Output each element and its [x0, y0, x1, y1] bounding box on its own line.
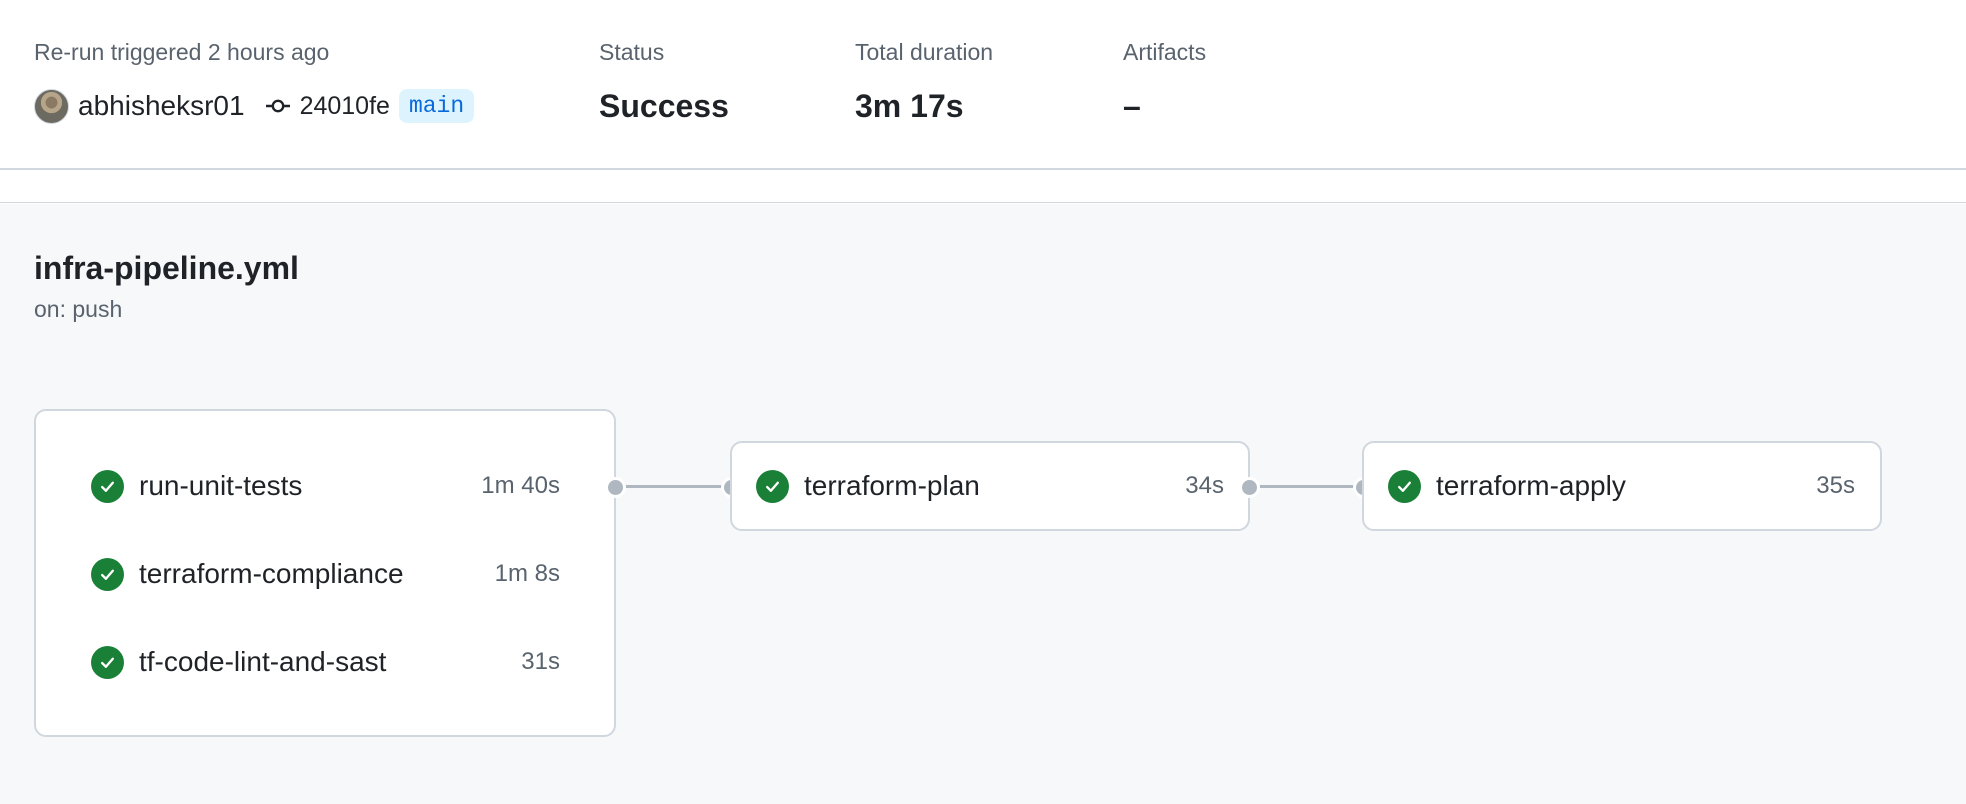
commit-sha-link[interactable]: 24010fe: [300, 92, 390, 121]
job-terraform-plan[interactable]: terraform-plan: [756, 466, 980, 506]
trigger-section: Re-run triggered 2 hours ago abhisheksr0…: [34, 38, 475, 126]
job-terraform-apply[interactable]: terraform-apply: [1388, 466, 1626, 506]
check-circle-icon: [91, 645, 124, 679]
duration-value: 3m 17s: [855, 88, 964, 124]
workflow-graph: infra-pipeline.yml on: push run-unit-tes…: [0, 204, 1966, 804]
run-summary-header: Re-run triggered 2 hours ago abhisheksr0…: [0, 0, 1966, 170]
job-run-unit-tests[interactable]: run-unit-tests: [91, 466, 302, 506]
job-terraform-compliance[interactable]: terraform-compliance: [91, 554, 404, 594]
status-value: Success: [599, 88, 729, 124]
job-duration: 34s: [1185, 472, 1224, 499]
trigger-label: Re-run triggered 2 hours ago: [34, 39, 330, 65]
username-link[interactable]: abhisheksr01: [78, 90, 245, 122]
user-avatar[interactable]: [34, 88, 69, 124]
status-section: Status Success: [599, 38, 729, 126]
job-duration: 31s: [521, 648, 560, 675]
check-circle-icon: [91, 557, 124, 591]
check-circle-icon: [756, 469, 789, 503]
connector-node: [1239, 477, 1260, 498]
status-label: Status: [599, 39, 665, 65]
job-name: tf-code-lint-and-sast: [139, 646, 387, 677]
job-name: run-unit-tests: [139, 470, 303, 501]
artifacts-label: Artifacts: [1123, 39, 1207, 65]
duration-label: Total duration: [855, 39, 994, 65]
workflow-file-name: infra-pipeline.yml: [34, 250, 299, 286]
job-duration: 1m 40s: [481, 472, 560, 499]
job-name: terraform-apply: [1436, 470, 1626, 501]
job-tf-code-lint-and-sast[interactable]: tf-code-lint-and-sast: [91, 642, 386, 682]
duration-section: Total duration 3m 17s: [855, 38, 993, 126]
branch-badge[interactable]: main: [398, 89, 475, 123]
job-connector-line: [616, 485, 730, 488]
check-circle-icon: [1388, 469, 1421, 503]
job-name: terraform-compliance: [139, 558, 404, 589]
job-name: terraform-plan: [804, 470, 980, 501]
job-connector-line: [1250, 485, 1362, 488]
job-duration: 1m 8s: [494, 560, 560, 587]
job-duration: 35s: [1816, 472, 1855, 499]
trigger-details: abhisheksr01 24010fe main: [34, 86, 475, 126]
connector-node: [605, 477, 626, 498]
git-commit-icon: [265, 98, 291, 114]
check-circle-icon: [91, 469, 124, 503]
section-divider: [0, 170, 1966, 203]
artifacts-section: Artifacts –: [1123, 38, 1206, 126]
workflow-trigger: on: push: [34, 296, 123, 322]
artifacts-value: –: [1123, 88, 1141, 124]
